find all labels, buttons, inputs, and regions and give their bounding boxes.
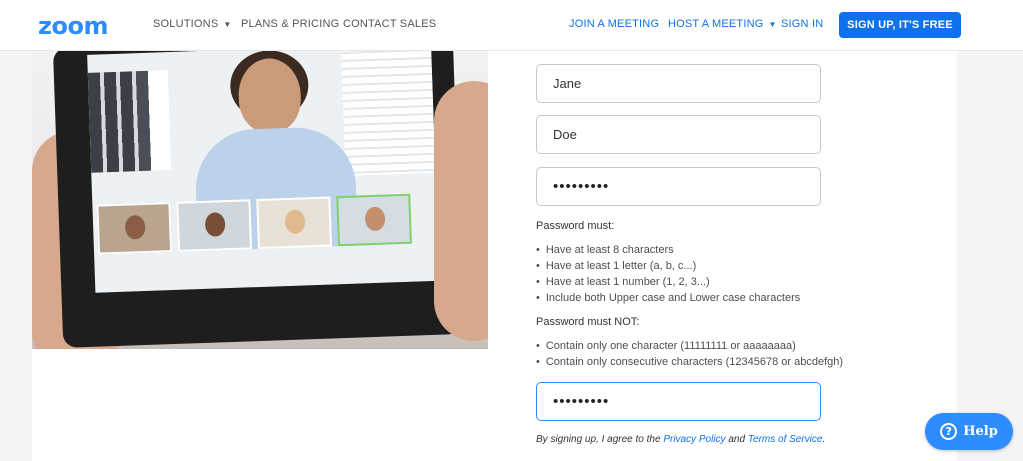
password-value: ••••••••• [553, 178, 610, 195]
nav-host-meeting[interactable]: HOST A MEETING ▼ [668, 18, 777, 30]
question-icon: ? [940, 423, 958, 440]
list-item: • Have at least 1 number (1, 2, 3...) [536, 276, 710, 288]
password-must-title: Password must: [536, 220, 615, 232]
first-name-field[interactable]: Jane [536, 64, 821, 103]
list-item: • Have at least 8 characters [536, 244, 674, 256]
list-item: • Include both Upper case and Lower case … [536, 292, 801, 304]
right-hand [434, 81, 488, 341]
list-item: • Have at least 1 letter (a, b, c...) [536, 260, 697, 272]
nav-join-meeting[interactable]: JOIN A MEETING [569, 18, 659, 30]
caret-down-icon: ▼ [768, 19, 777, 29]
first-name-value: Jane [553, 76, 582, 91]
nav-solutions-label: SOLUTIONS [153, 18, 219, 30]
terms-suffix: . [822, 434, 826, 445]
terms-text: By signing up, I agree to the Privacy Po… [536, 434, 825, 445]
list-item: • Contain only one character (11111111 or… [536, 340, 796, 352]
hero-image [32, 51, 488, 349]
list-item: • Contain only consecutive characters (12… [536, 356, 844, 368]
password-must-not-title: Password must NOT: [536, 316, 640, 328]
help-label: Help [963, 424, 998, 439]
confirm-password-value: ••••••••• [553, 393, 610, 410]
signup-button[interactable]: SIGN UP, IT'S FREE [839, 12, 961, 38]
nav-signin-label: SIGN IN [781, 18, 824, 30]
last-name-field[interactable]: Doe [536, 115, 821, 154]
terms-of-service-link[interactable]: Terms of Service [748, 434, 823, 445]
terms-prefix: By signing up, I agree to the [536, 434, 661, 445]
background-shelf [87, 70, 172, 173]
nav-join-label: JOIN A MEETING [569, 18, 660, 30]
help-button[interactable]: ? Help [925, 413, 1013, 450]
participant-thumb [96, 202, 173, 255]
nav-contact-label: CONTACT SALES [343, 18, 437, 30]
tablet-device [52, 51, 464, 348]
nav-plans-pricing[interactable]: PLANS & PRICING [241, 18, 339, 30]
terms-and: and [728, 434, 746, 445]
nav-plans-label: PLANS & PRICING [241, 18, 340, 30]
tablet-screen [87, 51, 440, 293]
password-must-list: • Have at least 8 characters • Have at lea… [536, 242, 800, 306]
privacy-policy-link[interactable]: Privacy Policy [663, 434, 725, 445]
caret-down-icon: ▼ [223, 19, 232, 29]
nav-solutions[interactable]: SOLUTIONS ▼ [153, 18, 232, 30]
participant-thumb [256, 196, 332, 250]
participant-thumb [176, 199, 253, 252]
top-nav: zoom SOLUTIONS ▼ PLANS & PRICING CONTACT… [0, 0, 1023, 51]
password-field[interactable]: ••••••••• [536, 167, 821, 206]
confirm-password-field[interactable]: ••••••••• [536, 382, 821, 421]
nav-sign-in[interactable]: SIGN IN [781, 18, 823, 30]
background-window [340, 51, 436, 176]
zoom-logo[interactable]: zoom [38, 12, 108, 40]
last-name-value: Doe [553, 127, 577, 142]
nav-host-label: HOST A MEETING [668, 18, 764, 30]
participant-thumb-active [336, 193, 412, 247]
password-must-not-list: • Contain only one character (11111111 or… [536, 338, 843, 370]
nav-contact-sales[interactable]: CONTACT SALES [343, 18, 436, 30]
